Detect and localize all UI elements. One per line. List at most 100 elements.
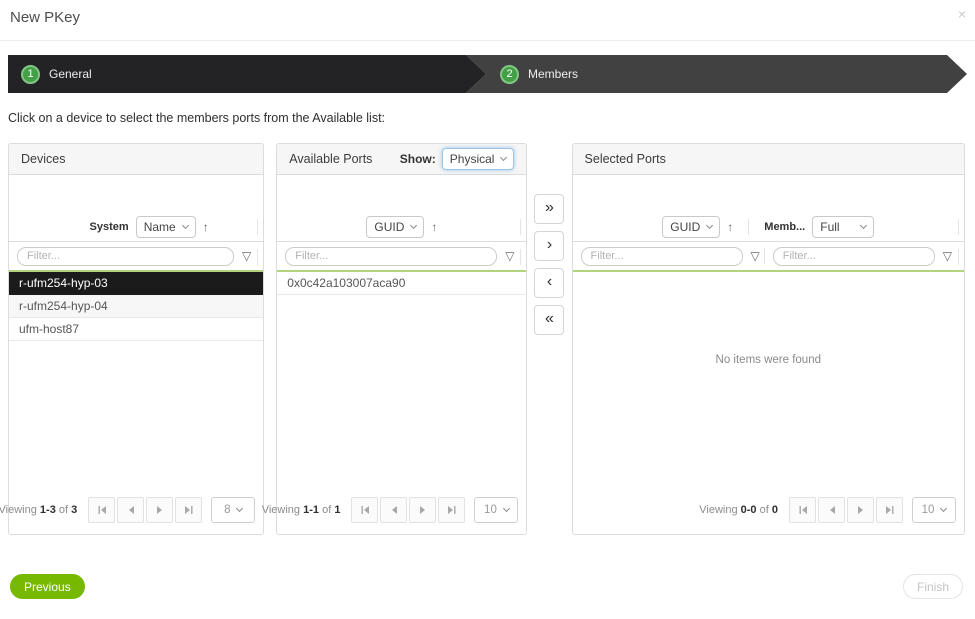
filter-funnel-icon[interactable]: ▽ <box>505 249 514 263</box>
available-filter-input[interactable] <box>285 247 497 266</box>
next-page-button[interactable] <box>847 497 874 523</box>
step-number-badge: 2 <box>500 65 519 84</box>
next-icon <box>156 505 164 515</box>
column-divider <box>748 219 749 235</box>
move-right-button[interactable]: › <box>534 231 564 261</box>
viewing-range: 0-0 <box>741 504 757 516</box>
devices-sort-field-dropdown[interactable]: Name <box>136 216 196 238</box>
dialog-header: New PKey × <box>0 0 975 41</box>
filter-funnel-icon[interactable]: ▽ <box>751 249 760 263</box>
selected-panel-header: Selected Ports <box>573 144 964 175</box>
filter-funnel-icon[interactable]: ▽ <box>943 249 952 263</box>
column-divider <box>764 248 765 264</box>
transfer-buttons: » › ‹ « <box>527 143 571 535</box>
finish-button[interactable]: Finish <box>903 574 963 599</box>
device-row[interactable]: r-ufm254-hyp-04 <box>9 295 263 318</box>
sort-ascending-icon[interactable]: ↑ <box>431 220 437 234</box>
selected-membership-filter-input[interactable] <box>773 247 935 266</box>
skip-first-icon <box>798 505 808 515</box>
page-size-value: 10 <box>922 504 935 516</box>
viewing-total: 0 <box>772 504 778 516</box>
step-label: Members <box>528 67 578 81</box>
devices-panel-header: Devices <box>9 144 263 175</box>
selected-column-header: GUID ↑ Memb... Full <box>573 212 964 242</box>
filter-funnel-icon[interactable]: ▽ <box>242 249 251 263</box>
empty-list-message: No items were found <box>573 354 964 366</box>
skip-first-icon <box>360 505 370 515</box>
skip-first-icon <box>97 505 107 515</box>
available-filter-row: ▽ <box>277 242 526 270</box>
selected-sort-field-value: GUID <box>670 220 700 234</box>
membership-dropdown[interactable]: Full <box>812 216 874 238</box>
next-page-button[interactable] <box>146 497 173 523</box>
dialog-footer: Previous Finish <box>10 574 963 599</box>
sort-ascending-icon[interactable]: ↑ <box>727 220 733 234</box>
prev-icon <box>390 505 398 515</box>
column-divider <box>520 219 521 235</box>
selected-sort-field-dropdown[interactable]: GUID <box>662 216 720 238</box>
selected-guid-filter-input[interactable] <box>581 247 743 266</box>
dialog-title: New PKey <box>10 9 80 26</box>
selected-pagination: Viewing 0-0 of 0 10 <box>699 497 956 523</box>
membership-column-label: Memb... <box>764 221 805 233</box>
devices-pagination: Viewing 1-3 of 3 8 <box>0 497 255 523</box>
selected-panel-title: Selected Ports <box>585 152 666 166</box>
show-dropdown-value: Physical <box>450 152 495 166</box>
wizard-step-general[interactable]: 1 General <box>8 55 486 93</box>
first-page-button[interactable] <box>88 497 115 523</box>
skip-last-icon <box>447 505 457 515</box>
previous-button[interactable]: Previous <box>10 574 85 599</box>
last-page-button[interactable] <box>438 497 465 523</box>
devices-panel-title: Devices <box>21 152 65 166</box>
available-sort-field-dropdown[interactable]: GUID <box>366 216 424 238</box>
available-page-size-dropdown[interactable]: 10 <box>474 497 518 523</box>
viewing-range: 1-3 <box>40 504 56 516</box>
prev-icon <box>828 505 836 515</box>
close-icon[interactable]: × <box>958 7 966 21</box>
new-pkey-dialog: New PKey × 1 General 2 Members Click on … <box>0 0 975 619</box>
devices-column-header: System Name ↑ <box>9 212 263 242</box>
step-number-badge: 1 <box>21 65 40 84</box>
viewing-label: Viewing <box>0 504 37 516</box>
move-all-left-button[interactable]: « <box>534 305 564 335</box>
chevron-down-icon <box>500 154 507 161</box>
viewing-total: 1 <box>334 504 340 516</box>
devices-filter-input[interactable] <box>17 247 234 266</box>
of-label: of <box>760 504 769 516</box>
move-left-button[interactable]: ‹ <box>534 268 564 298</box>
system-column-label: System <box>90 221 129 233</box>
first-page-button[interactable] <box>789 497 816 523</box>
show-dropdown[interactable]: Physical <box>442 148 515 170</box>
wizard-step-members[interactable]: 2 Members <box>466 55 967 93</box>
page-size-value: 8 <box>224 504 230 516</box>
last-page-button[interactable] <box>175 497 202 523</box>
last-page-button[interactable] <box>876 497 903 523</box>
devices-sort-field-value: Name <box>144 220 176 234</box>
viewing-info: Viewing 1-3 of 3 <box>0 504 77 516</box>
device-row[interactable]: ufm-host87 <box>9 318 263 341</box>
available-ports-panel: Available Ports Show: Physical GUID ↑ <box>276 143 527 535</box>
selected-page-size-dropdown[interactable]: 10 <box>912 497 956 523</box>
column-divider <box>958 249 959 265</box>
port-row[interactable]: 0x0c42a103007aca90 <box>277 272 526 295</box>
show-label: Show: <box>400 152 436 166</box>
device-row[interactable]: r-ufm254-hyp-03 <box>9 272 263 295</box>
prev-page-button[interactable] <box>117 497 144 523</box>
selected-filter-row: ▽ ▽ <box>573 242 964 270</box>
chevron-down-icon <box>706 221 713 228</box>
column-divider <box>257 219 258 235</box>
prev-page-button[interactable] <box>380 497 407 523</box>
next-page-button[interactable] <box>409 497 436 523</box>
devices-page-size-dropdown[interactable]: 8 <box>211 497 255 523</box>
first-page-button[interactable] <box>351 497 378 523</box>
available-column-header: GUID ↑ <box>277 212 526 242</box>
viewing-info: Viewing 1-1 of 1 <box>262 504 341 516</box>
column-divider <box>520 249 521 265</box>
prev-page-button[interactable] <box>818 497 845 523</box>
chevron-down-icon <box>503 505 510 512</box>
available-panel-header: Available Ports Show: Physical <box>277 144 526 175</box>
column-divider <box>958 219 959 235</box>
viewing-label: Viewing <box>262 504 300 516</box>
move-all-right-button[interactable]: » <box>534 194 564 224</box>
sort-ascending-icon[interactable]: ↑ <box>203 220 209 234</box>
